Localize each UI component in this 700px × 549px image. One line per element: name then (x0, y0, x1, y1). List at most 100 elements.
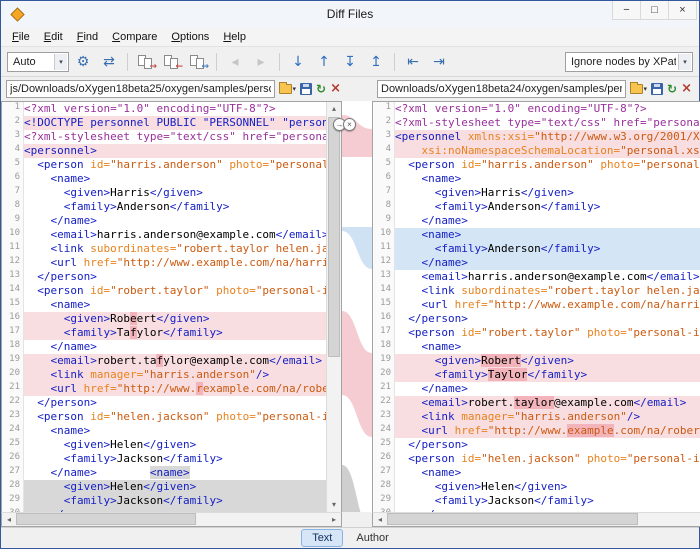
previous-difference-button[interactable]: ↑ (312, 51, 336, 73)
scroll-left-arrow[interactable]: ◂ (2, 515, 16, 524)
copy-all-changes-right-button[interactable]: → (134, 51, 158, 73)
hscrollbar-thumb[interactable] (387, 513, 638, 525)
code-line: <family>Jackson</family> (24, 452, 326, 466)
code-line: <person id="harris.anderson" photo="pers… (24, 158, 326, 172)
save-button[interactable] (651, 80, 663, 98)
perform-comparison-icon[interactable]: ⇄ (97, 51, 121, 73)
last-difference-glyph: ↧ (344, 54, 356, 70)
copy-all-changes-left-button[interactable]: ← (160, 51, 184, 73)
main-toolbar: Auto▾⚙⇄ →←↔ ◂ ▸ ↓ ↑ ↧ ↥ ⇤⇥ Ignore nodes by XPath▾ (1, 47, 699, 77)
refresh-button[interactable]: ↻ (316, 80, 326, 98)
diff-editors: 1234567891011121314151617181920212223242… (1, 101, 699, 527)
right-file-selector: ▾ ↻ × (375, 80, 696, 98)
left-editor-pane: 1234567891011121314151617181920212223242… (1, 101, 342, 527)
copy-change-to-left-button[interactable]: ⇤ (401, 51, 425, 73)
right-code[interactable]: <?xml version="1.0" encoding="UTF-8"?><?… (395, 102, 700, 512)
browse-button[interactable]: ▾ (630, 80, 648, 98)
menu-options[interactable]: Options (164, 29, 216, 45)
algorithm-select[interactable]: Auto▾ (7, 52, 69, 72)
menu-edit[interactable]: Edit (37, 29, 70, 45)
code-line: xsi:noNamespaceSchemaLocation="personal.… (395, 144, 700, 158)
browse-button[interactable]: ▾ (279, 80, 297, 98)
tab-text[interactable]: Text (301, 529, 343, 547)
left-code[interactable]: <?xml version="1.0" encoding="UTF-8"?><!… (24, 102, 326, 512)
code-line: <link subordinates="robert.taylor helen.… (24, 242, 326, 256)
save-button[interactable] (300, 80, 312, 98)
close-file-button[interactable]: × (681, 80, 692, 98)
diff-connector: →× (342, 101, 372, 527)
code-line: <family>Jackson</family> (395, 494, 700, 508)
show-source-compare-button[interactable]: ↔ (186, 51, 210, 73)
menu-bar: FileEditFindCompareOptionsHelp (1, 27, 699, 47)
code-line: <given>Robeert</given> (24, 312, 326, 326)
code-line: </person> (24, 396, 326, 410)
refresh-button[interactable]: ↻ (667, 80, 677, 98)
chevron-down-icon: ▾ (678, 54, 691, 70)
toolbar-separator (279, 53, 280, 71)
code-line: <?xml-stylesheet type="text/css" href="p… (395, 116, 700, 130)
previous-block-button[interactable]: ◂ (223, 51, 247, 73)
toolbar-separator (216, 53, 217, 71)
hscrollbar-thumb[interactable] (16, 513, 196, 525)
code-line: <name> (24, 298, 326, 312)
next-block-button[interactable]: ▸ (249, 51, 273, 73)
maximize-button[interactable]: □ (640, 1, 669, 20)
title-bar[interactable]: Diff Files − □ × (1, 1, 699, 27)
code-line: <name> (24, 424, 326, 438)
code-line: <personnel xmlns:xsi="http://www.w3.org/… (395, 130, 700, 144)
minimize-button[interactable]: − (612, 1, 641, 20)
code-line: <link manager="harris.anderson"/> (24, 368, 326, 382)
first-difference-button[interactable]: ↥ (364, 51, 388, 73)
refresh-icon: ↻ (316, 82, 326, 96)
next-difference-button[interactable]: ↓ (286, 51, 310, 73)
next-difference-glyph: ↓ (292, 54, 304, 70)
left-hscrollbar[interactable]: ◂ ▸ (1, 512, 342, 527)
menu-find[interactable]: Find (70, 29, 105, 45)
status-bar: Text Author (1, 527, 699, 548)
next-block-glyph: ▸ (257, 54, 264, 70)
scroll-down-arrow[interactable]: ▾ (327, 498, 341, 512)
diff-connector-svg (342, 101, 372, 512)
code-line: <name> (395, 466, 700, 480)
xpath-filter-select[interactable]: Ignore nodes by XPath▾ (565, 52, 693, 72)
menu-compare[interactable]: Compare (105, 29, 164, 45)
scroll-right-arrow[interactable]: ▸ (327, 515, 341, 524)
close-button[interactable]: × (668, 1, 697, 20)
code-line: </person> (395, 312, 700, 326)
diff-options-gear-icon[interactable]: ⚙ (71, 51, 95, 73)
copy-change-to-right-button[interactable]: ⇥ (427, 51, 451, 73)
code-line: <family>Anderson</family> (395, 242, 700, 256)
code-line: <url href="http://www.rexample.com/na/ro… (24, 382, 326, 396)
scroll-left-arrow[interactable]: ◂ (373, 515, 387, 524)
window-controls: − □ × (613, 1, 697, 27)
close-icon: × (681, 82, 692, 96)
vscrollbar-thumb[interactable] (328, 117, 340, 357)
right-hscrollbar[interactable]: ◂ ▸ (372, 512, 700, 527)
code-line: </name> (395, 256, 700, 270)
code-line: <person id="robert.taylor" photo="person… (395, 326, 700, 340)
code-line: <person id="helen.jackson" photo="person… (24, 410, 326, 424)
menu-file[interactable]: File (5, 29, 37, 45)
right-file-path-input[interactable] (377, 80, 626, 98)
left-gutter: 1234567891011121314151617181920212223242… (2, 102, 24, 512)
right-file-toolbar: ▾ ↻ × (628, 80, 694, 98)
close-file-button[interactable]: × (330, 80, 341, 98)
save-icon (300, 83, 312, 95)
toolbar-separator (127, 53, 128, 71)
right-editor-pane: 1234567891011121314151617181920212223242… (372, 101, 700, 527)
menu-help[interactable]: Help (216, 29, 253, 45)
toolbar-separator (394, 53, 395, 71)
chevron-down-icon: ▾ (644, 85, 648, 93)
left-vscrollbar[interactable]: ▴ ▾ (326, 102, 341, 512)
ignore-change-button[interactable]: × (343, 118, 356, 131)
left-file-path-input[interactable] (6, 80, 275, 98)
previous-block-glyph: ◂ (231, 54, 238, 70)
code-line: <family>Anderson</family> (24, 200, 326, 214)
code-line: <given>Helen</given> (395, 480, 700, 494)
connector-filler (342, 512, 372, 527)
last-difference-button[interactable]: ↧ (338, 51, 362, 73)
tab-author[interactable]: Author (346, 530, 398, 546)
first-difference-glyph: ↥ (370, 54, 382, 70)
scroll-up-arrow[interactable]: ▴ (327, 102, 341, 116)
code-line: <name> (395, 340, 700, 354)
